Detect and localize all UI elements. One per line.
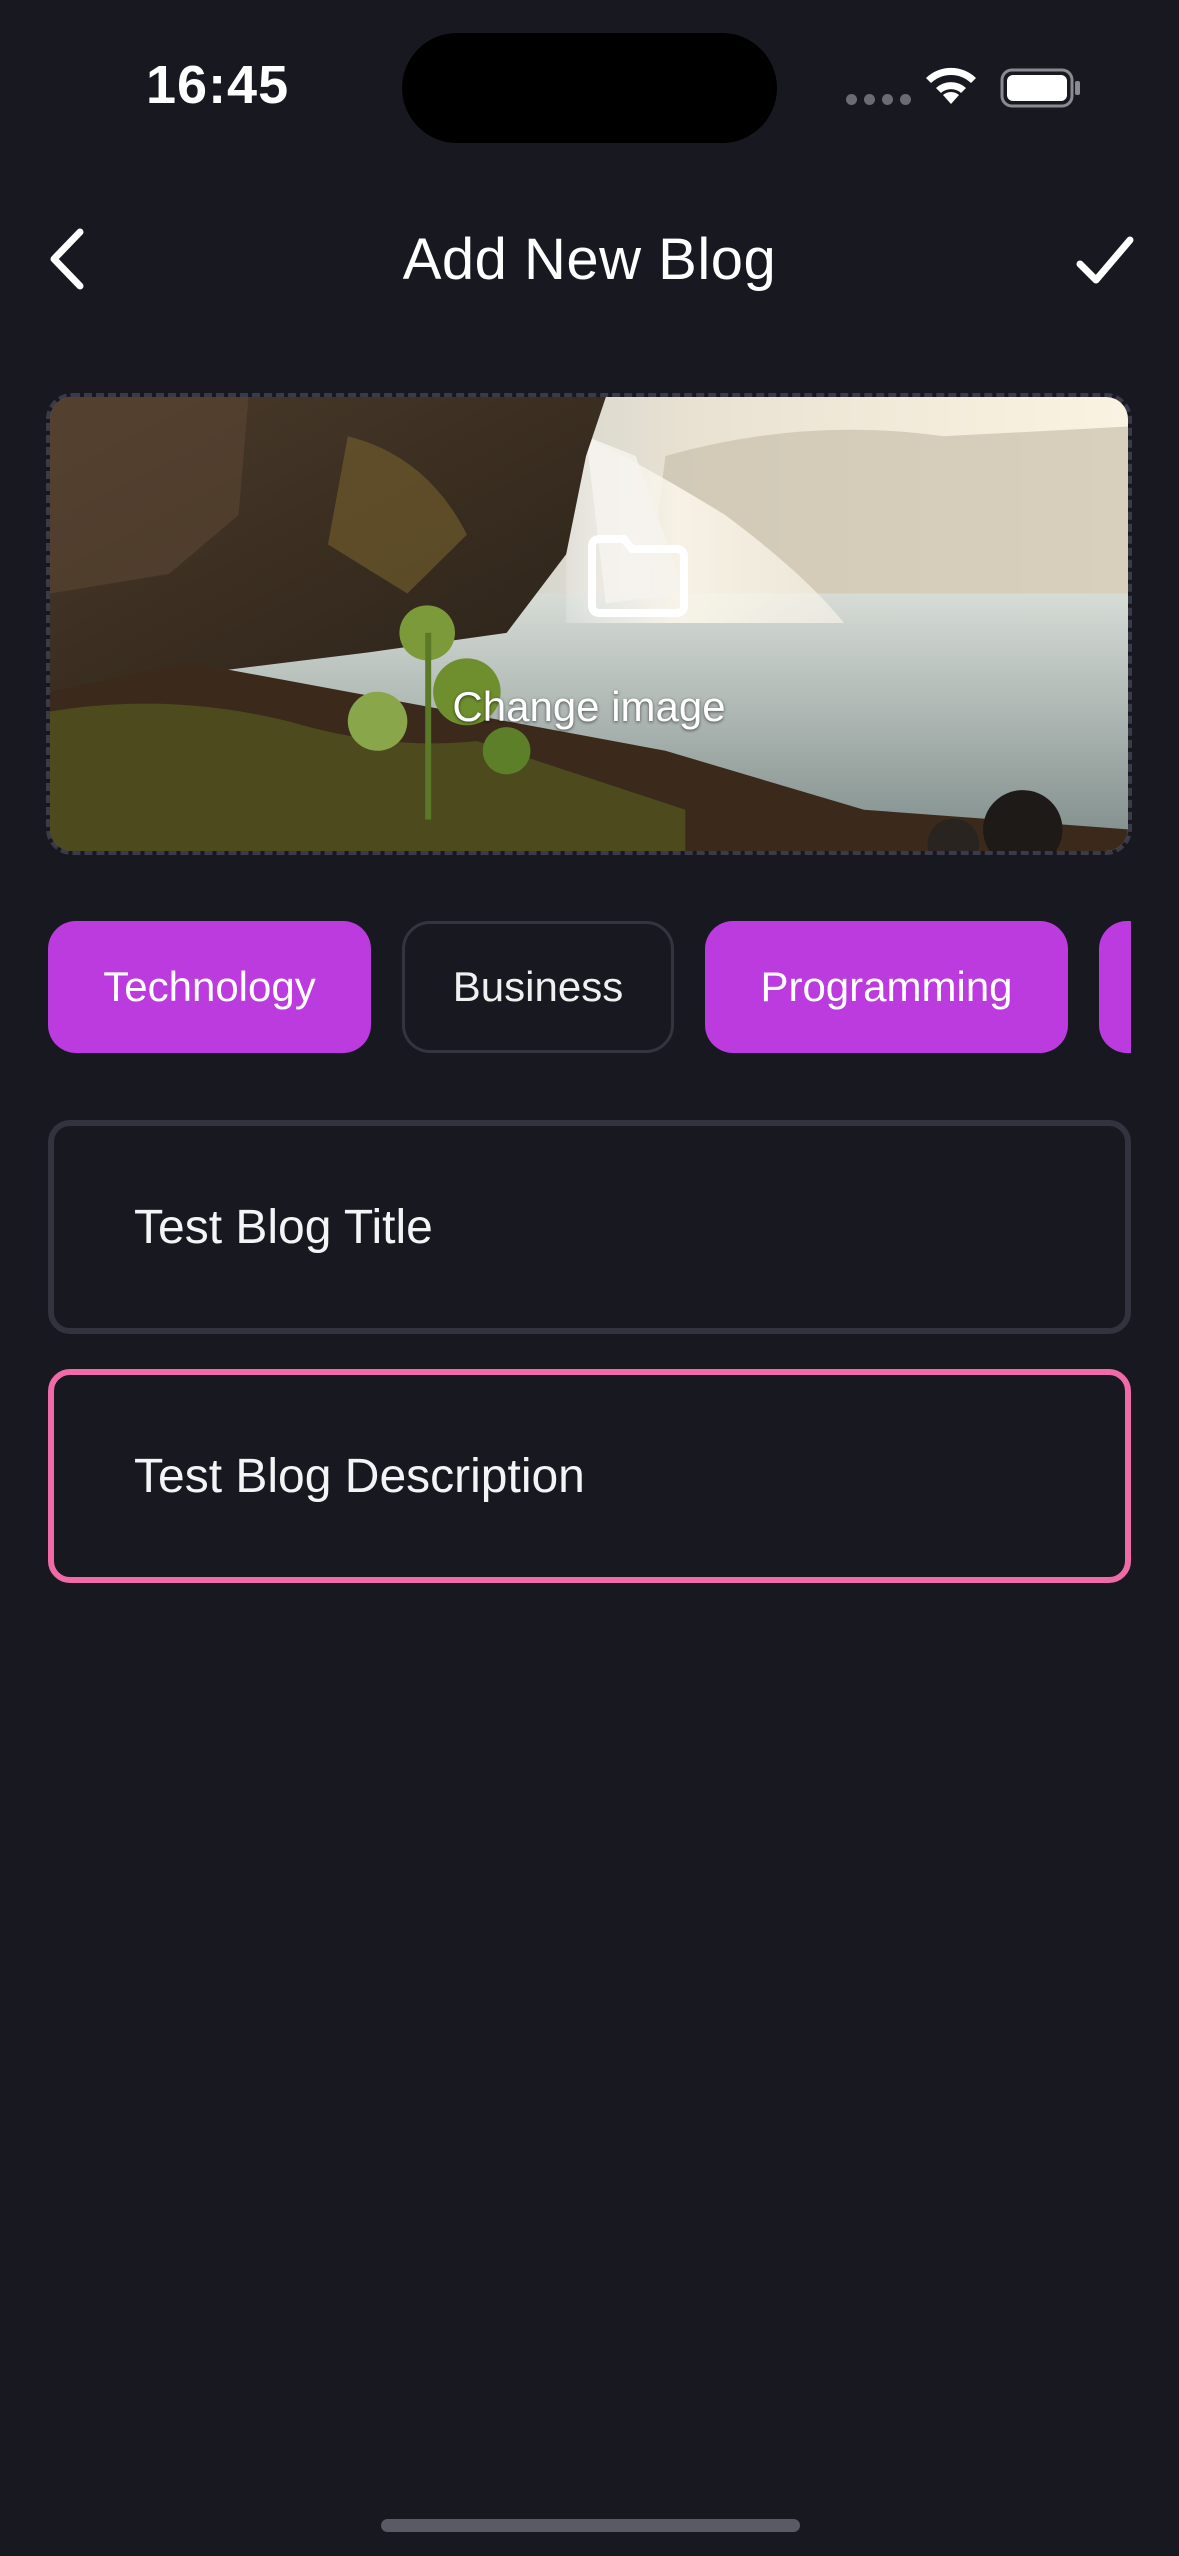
folder-icon: [588, 535, 688, 617]
checkmark-icon: [1076, 236, 1134, 284]
home-indicator: [381, 2519, 800, 2532]
category-chip-technology[interactable]: Technology: [48, 921, 371, 1053]
wifi-icon: [926, 67, 976, 104]
change-image-label: Change image: [452, 683, 726, 730]
app-header: Add New Blog: [0, 200, 1179, 320]
category-chip-business[interactable]: Business: [402, 921, 674, 1053]
image-picker[interactable]: Change image: [46, 393, 1132, 855]
page-title: Add New Blog: [402, 227, 777, 292]
cellular-signal-icon: [846, 94, 911, 105]
battery-icon: [1000, 68, 1080, 108]
category-chip-partial[interactable]: [1099, 921, 1131, 1053]
blog-description-field[interactable]: Test Blog Description: [48, 1369, 1131, 1583]
status-time: 16:45: [146, 55, 290, 115]
confirm-button[interactable]: [1070, 226, 1140, 296]
category-chip-programming[interactable]: Programming: [705, 921, 1068, 1053]
status-bar: 16:45: [0, 0, 1179, 160]
dynamic-island: [402, 33, 777, 143]
category-chips: Technology Business Programming: [48, 921, 1131, 1053]
blog-title-field[interactable]: Test Blog Title: [48, 1120, 1131, 1334]
blog-cover-image: [50, 397, 1128, 851]
